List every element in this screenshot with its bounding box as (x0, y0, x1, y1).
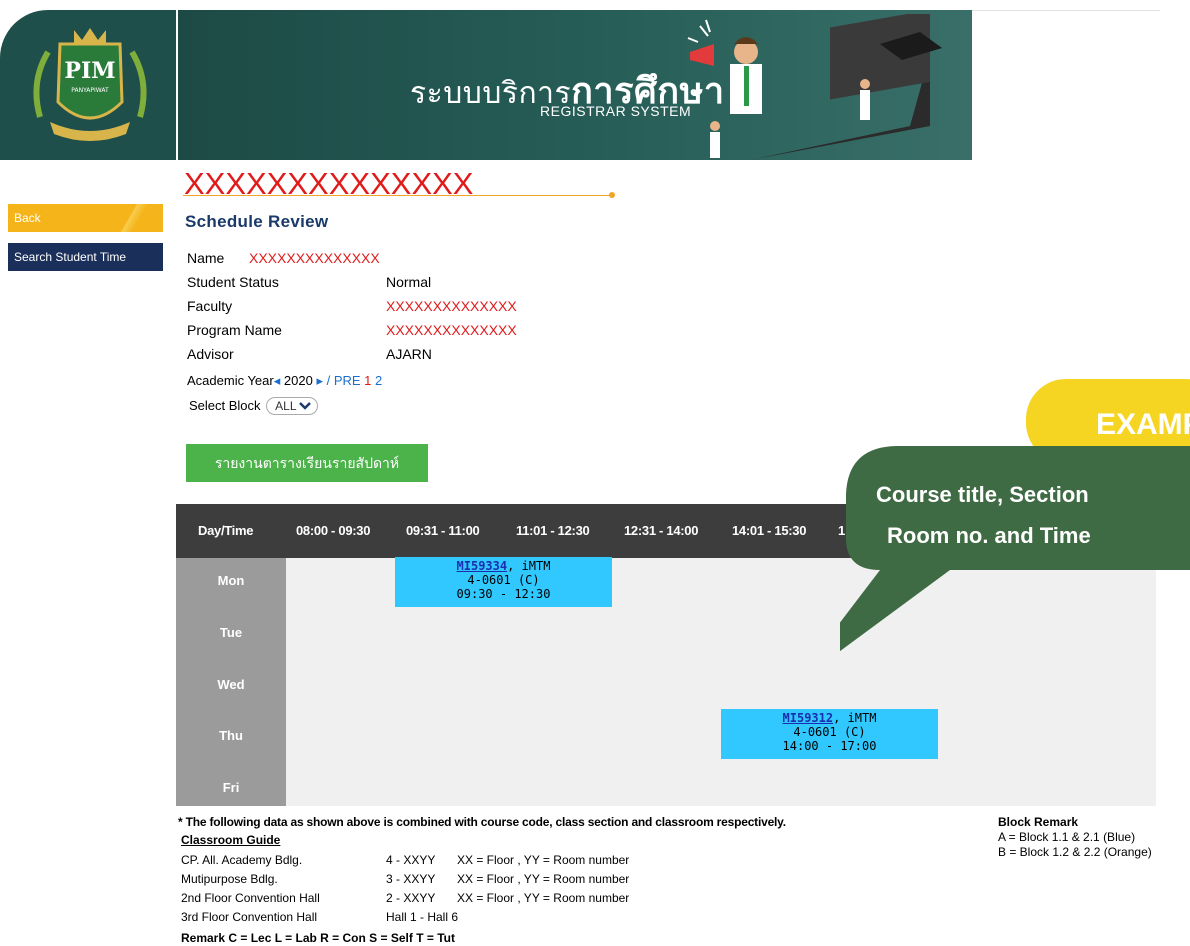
day-fri: Fri (222, 780, 240, 795)
guide-building: Mutipurpose Bdlg. (181, 872, 278, 886)
guide-code: 4 - XXYY (386, 853, 436, 867)
course-program: , iMTM (507, 559, 551, 573)
course-room: 4-0601 (C) (467, 573, 540, 587)
timetable-header-slot: 11:01 - 12:30 (516, 523, 590, 538)
student-name-heading: XXXXXXXXXXXXXX (184, 166, 474, 201)
heading-underline (183, 195, 613, 196)
class-cell: MI59312, iMTM 4-0601 (C) 14:00 - 17:00 (721, 709, 938, 759)
term-pre-link[interactable]: PRE (334, 373, 361, 388)
guide-code: Hall 1 - Hall 6 (386, 910, 459, 924)
day-tue: Tue (219, 625, 243, 640)
example-tag-text: EXAMP (1096, 408, 1190, 441)
academic-year-value: 2020 (283, 373, 313, 388)
pim-logo: PIM PANYAPIWAT (33, 28, 147, 141)
weekly-report-button[interactable]: รายงานตารางเรียนรายสัปดาห์ (186, 444, 428, 482)
academic-year-row: Academic Year◂ 2020 ▸ / PRE 1 2 (187, 373, 382, 389)
timetable-header-slot: 14:01 - 15:30 (732, 523, 807, 538)
timetable-header-slot: 09:31 - 11:00 (406, 523, 480, 538)
guide-code: 3 - XXYY (386, 872, 436, 886)
guide-building: 2nd Floor Convention Hall (181, 891, 320, 905)
guide-desc: XX = Floor , YY = Room number (457, 891, 630, 905)
callout-text-line1: Course title, Section (876, 482, 1089, 507)
remark-legend: Remark C = Lec L = Lab R = Con S = Self … (181, 931, 455, 945)
term-separator: / (322, 373, 334, 388)
name-label: Name (187, 250, 225, 266)
page-title: Schedule Review (185, 212, 329, 231)
classroom-guide-title: Classroom Guide (181, 833, 281, 847)
program-name-value: XXXXXXXXXXXXXX (386, 322, 517, 338)
faculty-value: XXXXXXXXXXXXXX (386, 298, 517, 314)
search-student-time-button[interactable]: Search Student Time (8, 243, 163, 271)
logo-text: PIM (64, 58, 115, 84)
course-time: 14:00 - 17:00 (782, 739, 877, 753)
block-remark-b: B = Block 1.2 & 2.2 (Orange) (998, 845, 1152, 859)
header-title-en: REGISTRAR SYSTEM (540, 103, 692, 119)
day-wed: Wed (217, 677, 245, 692)
course-code-link[interactable]: MI59312 (783, 711, 834, 725)
academic-year-label: Academic Year (187, 373, 274, 388)
callout-text-line2: Room no. and Time (887, 523, 1091, 548)
select-block-label: Select Block (189, 398, 261, 413)
day-mon: Mon (217, 573, 245, 588)
guide-code: 2 - XXYY (386, 891, 436, 905)
header-rule (972, 10, 1160, 11)
registrar-illustration (687, 14, 942, 160)
callout-bubble (840, 446, 1190, 652)
data-note: * The following data as shown above is c… (178, 815, 786, 829)
class-cell: MI59334, iMTM 4-0601 (C) 09:30 - 12:30 (395, 557, 612, 607)
term-2-link[interactable]: 2 (375, 373, 382, 388)
chevron-down-icon (299, 402, 312, 410)
block-remark-title: Block Remark (998, 815, 1079, 829)
course-program: , iMTM (833, 711, 877, 725)
guide-desc: XX = Floor , YY = Room number (457, 872, 630, 886)
timetable-header-slot: 08:00 - 09:30 (296, 523, 371, 538)
name-value: XXXXXXXXXXXXXX (249, 250, 380, 266)
course-code-link[interactable]: MI59334 (457, 559, 508, 573)
guide-desc: XX = Floor , YY = Room number (457, 853, 630, 867)
timetable-header-slot: 12:31 - 14:00 (624, 523, 699, 538)
timetable-header-daytime: Day/Time (198, 523, 254, 538)
block-select-value: ALL (275, 399, 297, 413)
course-room: 4-0601 (C) (793, 725, 866, 739)
back-button[interactable]: Back (8, 204, 163, 232)
advisor-value: AJARN (386, 346, 432, 362)
select-block-row: Select Block ALL (189, 397, 319, 415)
course-time: 09:30 - 12:30 (456, 587, 551, 601)
day-thu: Thu (219, 728, 243, 743)
block-remark-a: A = Block 1.1 & 2.1 (Blue) (998, 830, 1136, 844)
logo-subtext: PANYAPIWAT (71, 87, 109, 94)
heading-underline-dot (609, 192, 615, 198)
guide-building: 3rd Floor Convention Hall (181, 910, 318, 924)
prev-year-icon[interactable]: ◂ (274, 373, 281, 388)
program-name-label: Program Name (187, 322, 282, 338)
term-1-link[interactable]: 1 (364, 373, 371, 388)
block-select[interactable]: ALL (266, 397, 319, 415)
guide-building: CP. All. Academy Bdlg. (181, 853, 303, 867)
student-status-label: Student Status (187, 274, 279, 290)
faculty-label: Faculty (187, 298, 233, 314)
advisor-label: Advisor (187, 346, 234, 362)
student-status-value: Normal (386, 274, 432, 290)
